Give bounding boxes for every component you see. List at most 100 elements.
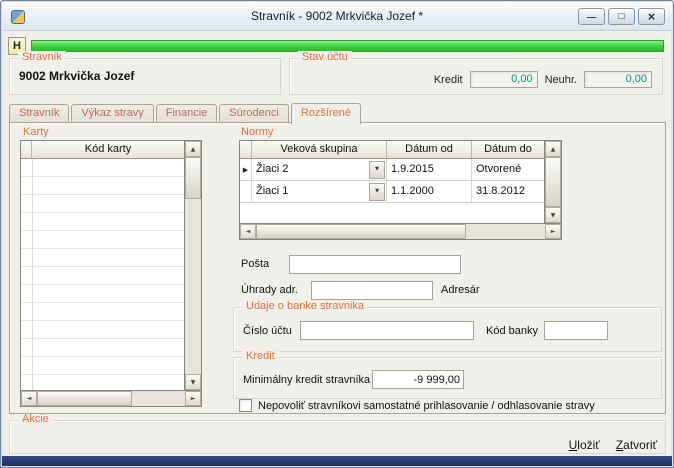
titlebar[interactable]: Stravník - 9002 Mrkvička Jozef * (2, 2, 672, 31)
karty-section-label: Karty (23, 126, 49, 138)
karty-vertical-scrollbar: ▲ ▼ (184, 141, 201, 390)
tab-panel-rozsirene: Karty Kód karty ▲ ▼ ◄ ► (9, 122, 666, 414)
neuhr-label: Neuhr. (545, 74, 577, 86)
kredit-groupbox: Kredit Minimálny kredit stravníka (233, 357, 662, 399)
posta-label: Pošta (241, 258, 269, 270)
app-icon (11, 10, 25, 24)
combo-dropdown-icon[interactable]: ▼ (369, 161, 385, 179)
vekova-skupina-value: Žiaci 1 (256, 181, 288, 202)
record-marker-icon: ▶ (240, 159, 252, 180)
normy-table: Veková skupina Dátum od Dátum do ▶ Žiaci… (239, 140, 562, 224)
vekova-skupina-value: Žiaci 2 (256, 159, 288, 180)
uhrady-adr-label: Úhrady adr. (241, 284, 298, 296)
normy-column-datum-do[interactable]: Dátum do (472, 141, 544, 159)
karty-hscroll-thumb[interactable] (37, 391, 132, 406)
self-service-option: Nepovoliť stravníkovi samostatné prihlas… (239, 399, 595, 412)
karty-vscroll-thumb[interactable] (185, 157, 201, 199)
neuhr-value: 0,00 (584, 71, 652, 88)
banka-group-label: Udaje o banke stravnika (242, 300, 368, 312)
combo-dropdown-icon[interactable]: ▼ (369, 183, 385, 201)
datum-do-cell[interactable]: 31.8.2012 (472, 181, 544, 202)
scroll-up-icon[interactable]: ▲ (545, 141, 561, 157)
close-icon: × (648, 9, 656, 24)
posta-input[interactable] (289, 255, 461, 274)
table-row[interactable]: Žiaci 1 ▼ 1.1.2000 31.8.2012 (240, 181, 544, 203)
karty-table: Kód karty ▲ ▼ (20, 140, 202, 391)
maximize-icon: □ (618, 11, 624, 22)
scroll-left-icon[interactable]: ◄ (240, 224, 256, 239)
self-service-checkbox[interactable] (239, 399, 252, 412)
karty-header-row: Kód karty (21, 141, 184, 159)
normy-header-row: Veková skupina Dátum od Dátum do (240, 141, 544, 159)
datum-od-cell[interactable]: 1.9.2015 (387, 159, 472, 180)
scroll-right-icon[interactable]: ► (185, 391, 201, 406)
normy-column-datum-od[interactable]: Dátum od (387, 141, 472, 159)
window-controls: — □ × (578, 8, 665, 25)
akcie-group-label: Akcie (18, 413, 53, 425)
tab-surodenci[interactable]: Súrodenci (219, 104, 289, 122)
tab-vykaz-stravy[interactable]: Výkaz stravy (71, 104, 153, 122)
stravnik-group-label: Stravnik (18, 51, 66, 63)
stav-uctu-groupbox: Stav účtu Kredit 0,00 Neuhr. 0,00 (289, 58, 663, 95)
cislo-uctu-input[interactable] (300, 321, 474, 340)
karty-hscroll-track[interactable] (37, 391, 185, 406)
datum-od-cell[interactable]: 1.1.2000 (387, 181, 472, 202)
normy-vertical-scrollbar: ▲ ▼ (544, 141, 561, 223)
zatvorit-button[interactable]: Zatvoriť (616, 438, 657, 452)
scroll-down-icon[interactable]: ▼ (185, 374, 201, 390)
stravnik-groupbox: Stravnik 9002 Mrkvička Jozef (9, 58, 281, 95)
min-kredit-input[interactable] (372, 370, 464, 389)
stravnik-name: 9002 Mrkvička Jozef (19, 69, 134, 83)
app-window: Stravník - 9002 Mrkvička Jozef * — □ × H… (0, 0, 674, 468)
cislo-uctu-label: Číslo účtu (243, 325, 292, 337)
karty-horizontal-scrollbar: ◄ ► (20, 391, 202, 407)
normy-hscroll-thumb[interactable] (256, 224, 466, 239)
stav-uctu-values: Kredit 0,00 Neuhr. 0,00 (290, 59, 662, 94)
maximize-button[interactable]: □ (608, 8, 635, 25)
uhrady-adr-input[interactable] (311, 281, 433, 300)
action-buttons: Uložiť Zatvoriť (569, 438, 657, 452)
tab-stravnik[interactable]: Stravník (9, 104, 69, 122)
kod-banky-label: Kód banky (486, 325, 538, 337)
tab-rozsirene[interactable]: Rozšírené (291, 103, 361, 124)
scroll-up-icon[interactable]: ▲ (185, 141, 201, 157)
vekova-skupina-cell[interactable]: Žiaci 2 ▼ (252, 159, 387, 180)
normy-horizontal-scrollbar: ◄ ► (239, 224, 562, 240)
normy-section-label: Normy (241, 126, 273, 138)
normy-grid: Veková skupina Dátum od Dátum do ▶ Žiaci… (240, 141, 544, 223)
karty-grid: Kód karty (21, 141, 184, 390)
minimize-button[interactable]: — (578, 8, 605, 25)
self-service-checkbox-label: Nepovoliť stravníkovi samostatné prihlas… (258, 400, 595, 412)
tab-financie[interactable]: Financie (156, 104, 218, 122)
window-title: Stravník - 9002 Mrkvička Jozef * (2, 9, 672, 23)
ulozit-button[interactable]: Uložiť (569, 438, 600, 452)
scroll-down-icon[interactable]: ▼ (545, 207, 561, 223)
karty-column-header[interactable]: Kód karty (32, 141, 184, 159)
normy-vscroll-track[interactable] (545, 157, 561, 207)
minimize-icon: — (587, 12, 596, 22)
normy-grid-empty-area[interactable] (240, 203, 544, 223)
scroll-left-icon[interactable]: ◄ (21, 391, 37, 406)
kredit-label: Kredit (434, 74, 463, 86)
normy-vscroll-thumb[interactable] (545, 157, 561, 207)
kredit-group-label: Kredit (242, 350, 279, 362)
normy-indicator-header (240, 141, 252, 159)
table-row[interactable]: ▶ Žiaci 2 ▼ 1.9.2015 Otvorené (240, 159, 544, 181)
kredit-value: 0,00 (470, 71, 538, 88)
tab-bar: Stravník Výkaz stravy Financie Súrodenci… (9, 102, 363, 123)
karty-vscroll-track[interactable] (185, 157, 201, 374)
datum-do-cell[interactable]: Otvorené (472, 159, 544, 180)
min-kredit-label: Minimálny kredit stravníka (243, 374, 370, 386)
akcie-groupbox: Akcie (9, 420, 666, 454)
normy-column-vekova-skupina[interactable]: Veková skupina (252, 141, 387, 159)
kod-banky-input[interactable] (544, 321, 608, 340)
adresar-label: Adresár (441, 284, 480, 296)
vekova-skupina-cell[interactable]: Žiaci 1 ▼ (252, 181, 387, 202)
normy-hscroll-track[interactable] (256, 224, 545, 239)
bottom-navy-bar (2, 456, 672, 466)
karty-indicator-header (21, 141, 32, 159)
close-button[interactable]: × (638, 8, 665, 25)
banka-groupbox: Udaje o banke stravnika Číslo účtu Kód b… (233, 307, 662, 352)
scroll-right-icon[interactable]: ► (545, 224, 561, 239)
karty-grid-body[interactable] (21, 159, 184, 390)
